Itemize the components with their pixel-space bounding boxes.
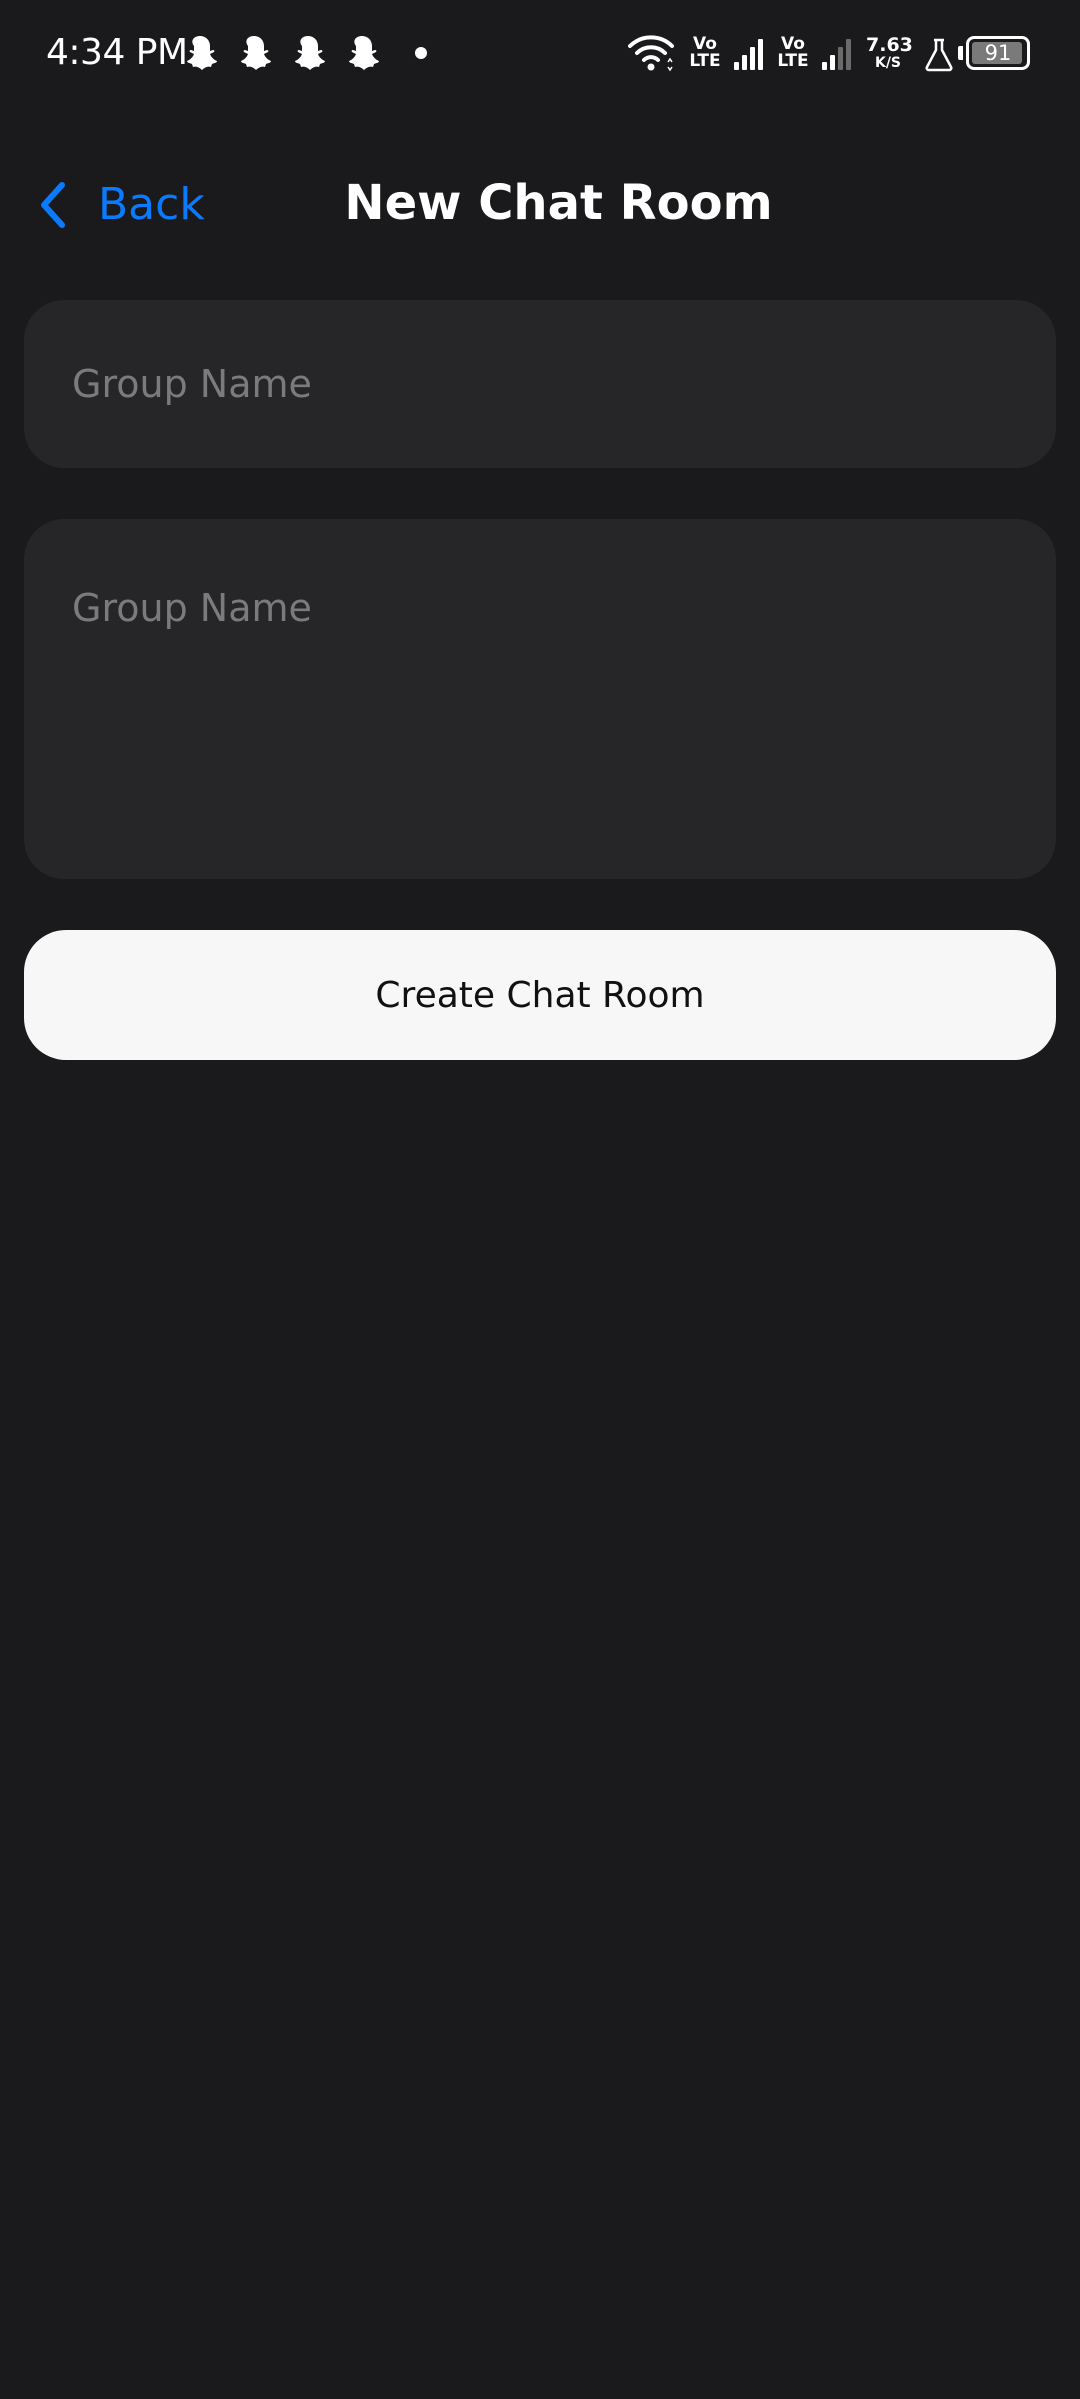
battery-icon: 91 xyxy=(966,36,1030,70)
notification-dot xyxy=(415,47,427,59)
page-title: New Chat Room xyxy=(344,175,773,231)
group-name-input[interactable] xyxy=(24,300,1056,468)
network-speed: 7.63 K/S xyxy=(866,34,913,72)
flask-icon xyxy=(925,38,953,72)
volte-label: Vo LTE xyxy=(777,34,809,71)
wifi-icon xyxy=(628,35,674,72)
create-chat-room-button[interactable]: Create Chat Room xyxy=(24,930,1056,1060)
signal-icon xyxy=(822,39,851,70)
battery-level: 91 xyxy=(984,41,1012,65)
volte-label: Vo LTE xyxy=(689,34,721,71)
network-speed-value: 7.63 xyxy=(866,34,913,56)
snapchat-icon xyxy=(187,36,217,70)
signal-icon xyxy=(734,39,763,70)
battery-cap xyxy=(958,46,963,60)
status-bar: 4:34 PM Vo LTE Vo LTE 7.63 K/S 91 xyxy=(0,0,1080,110)
group-description-input[interactable] xyxy=(24,519,1056,879)
snapchat-icon xyxy=(241,36,271,70)
status-time: 4:34 PM xyxy=(46,32,188,73)
snapchat-icon xyxy=(349,36,379,70)
snapchat-icon xyxy=(295,36,325,70)
network-speed-unit: K/S xyxy=(874,55,902,71)
